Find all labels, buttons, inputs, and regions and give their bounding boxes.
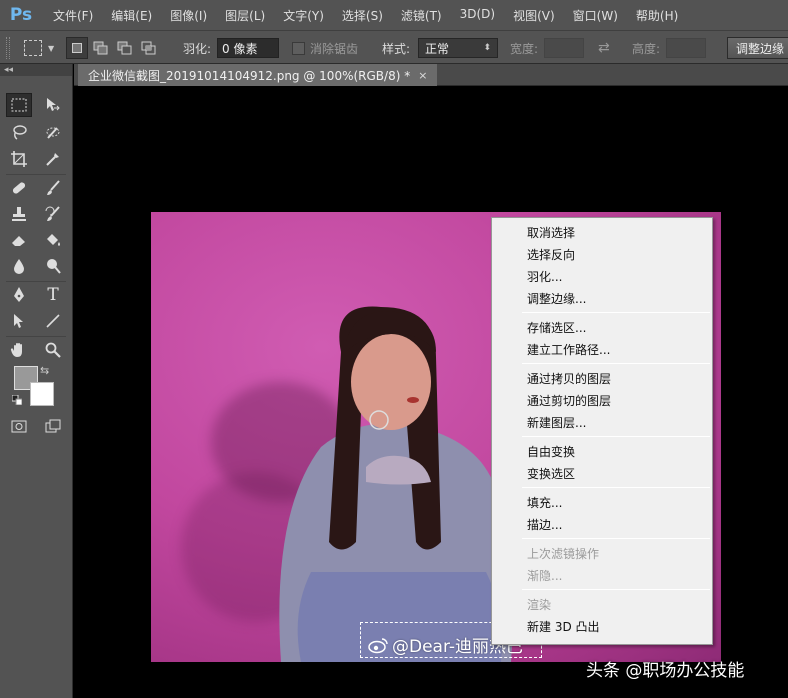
new-selection-button[interactable] (66, 37, 88, 59)
intersect-selection-button[interactable] (138, 37, 160, 59)
context-menu-item: 渲染 (527, 597, 552, 612)
toolbox: ◂◂ T ⇆ (0, 64, 73, 698)
menu-items: 文件(F) 编辑(E) 图像(I) 图层(L) 文字(Y) 选择(S) 滤镜(T) 3D(D)… (44, 7, 687, 24)
menu-item[interactable]: 编辑(E) (102, 7, 161, 24)
context-menu-separator (522, 436, 710, 437)
context-menu-item[interactable]: 存储选区... (492, 316, 712, 338)
path-selection-tool-icon[interactable] (6, 309, 32, 333)
menu-item[interactable]: 文字(Y) (274, 7, 333, 24)
chevron-down-icon[interactable]: ▼ (48, 44, 54, 53)
context-menu-separator (522, 487, 710, 488)
photoshop-logo: Ps (9, 5, 33, 25)
context-menu-separator (522, 312, 710, 313)
tool-preset-picker-icon[interactable] (24, 40, 42, 56)
style-select-value: 正常 (425, 41, 450, 56)
subtract-from-selection-button[interactable] (114, 37, 136, 59)
crop-tool-icon[interactable] (6, 147, 32, 171)
pen-tool-icon[interactable] (6, 283, 32, 307)
options-bar: ▼ 羽化: 0 像素 消除锯齿 样式: 正常 ⬍ 宽度: ⇄ 高度: 调整边缘 (0, 30, 788, 64)
height-input[interactable] (666, 38, 707, 58)
menu-bar: Ps 文件(F) 编辑(E) 图像(I) 图层(L) 文字(Y) 选择(S) 滤镜(T) 3D… (0, 0, 788, 30)
context-menu-item: 上次滤镜操作 (527, 546, 600, 561)
select-arrows-icon: ⬍ (483, 43, 492, 53)
quick-selection-tool-icon[interactable] (40, 120, 66, 144)
antialias-checkbox[interactable] (292, 41, 305, 55)
close-icon[interactable]: × (418, 69, 427, 82)
clone-stamp-tool-icon[interactable] (6, 202, 32, 226)
eraser-tool-icon[interactable] (6, 228, 32, 252)
width-label: 宽度: (510, 41, 539, 56)
add-to-selection-button[interactable] (90, 37, 112, 59)
menu-item[interactable]: 窗口(W) (564, 7, 627, 24)
menu-item[interactable]: 文件(F) (44, 7, 102, 24)
weibo-icon (368, 637, 388, 653)
context-menu: 取消选择 选择反向 羽化... 调整边缘... 存储选区... 建立工作路径... 通过拷贝… (491, 217, 713, 645)
menu-item[interactable]: 视图(V) (504, 7, 564, 24)
context-menu-item[interactable]: 自由变换 (492, 440, 712, 462)
eyedropper-tool-icon[interactable] (40, 147, 66, 171)
default-colors-icon[interactable] (11, 394, 23, 406)
context-menu-item[interactable]: 通过拷贝的图层 (492, 367, 712, 389)
context-menu-item: 渐隐... (527, 568, 563, 583)
context-menu-separator (522, 538, 710, 539)
context-menu-separator (522, 589, 710, 590)
zoom-tool-icon[interactable] (40, 338, 66, 362)
healing-brush-tool-icon[interactable] (6, 176, 32, 200)
swap-dimensions-icon[interactable]: ⇄ (598, 40, 610, 56)
type-tool-icon[interactable]: T (40, 283, 66, 307)
quick-mask-icon[interactable] (6, 414, 32, 438)
site-watermark: 头条 @职场办公技能 (586, 661, 745, 681)
options-bar-grip[interactable] (6, 37, 10, 59)
context-menu-item[interactable]: 取消选择 (492, 221, 712, 243)
hand-tool-icon[interactable] (6, 338, 32, 362)
style-label: 样式: (382, 41, 411, 56)
dodge-tool-icon[interactable] (40, 254, 66, 278)
antialias-label: 消除锯齿 (310, 41, 359, 56)
menu-item[interactable]: 图像(I) (161, 7, 216, 24)
width-input[interactable] (544, 38, 585, 58)
menu-item[interactable]: 选择(S) (333, 7, 392, 24)
document-tab-bar: 企业微信截图_20191014104912.png @ 100%(RGB/8) … (74, 64, 788, 86)
paint-bucket-tool-icon[interactable] (40, 228, 66, 252)
context-menu-item[interactable]: 通过剪切的图层 (492, 389, 712, 411)
document-tab[interactable]: 企业微信截图_20191014104912.png @ 100%(RGB/8) … (78, 64, 438, 86)
menu-item[interactable]: 3D(D) (451, 7, 504, 24)
feather-label: 羽化: (183, 41, 212, 56)
context-menu-item[interactable]: 调整边缘... (492, 287, 712, 309)
context-menu-separator (522, 363, 710, 364)
toolbox-collapse-icon[interactable]: ◂◂ (0, 64, 72, 76)
style-select[interactable]: 正常 ⬍ (418, 38, 499, 58)
menu-item[interactable]: 滤镜(T) (392, 7, 451, 24)
line-tool-icon[interactable] (40, 309, 66, 333)
context-menu-item[interactable]: 填充... (492, 491, 712, 513)
blur-tool-icon[interactable] (6, 254, 32, 278)
screen-mode-icon[interactable] (40, 414, 66, 438)
move-tool-icon[interactable] (40, 93, 66, 117)
context-menu-item[interactable]: 描边... (492, 513, 712, 535)
height-label: 高度: (632, 41, 661, 56)
context-menu-item[interactable]: 新建图层... (492, 411, 712, 433)
refine-edge-button[interactable]: 调整边缘 (727, 37, 788, 59)
menu-item[interactable]: 帮助(H) (627, 7, 687, 24)
context-menu-item[interactable]: 新建 3D 凸出 (492, 615, 712, 637)
swap-colors-icon[interactable]: ⇆ (40, 364, 49, 377)
context-menu-item[interactable]: 变换选区 (492, 462, 712, 484)
history-brush-tool-icon[interactable] (40, 202, 66, 226)
context-menu-item[interactable]: 选择反向 (492, 243, 712, 265)
menu-item[interactable]: 图层(L) (216, 7, 274, 24)
rectangular-marquee-tool-icon[interactable] (6, 93, 32, 117)
background-color-swatch[interactable] (30, 382, 54, 406)
brush-tool-icon[interactable] (40, 176, 66, 200)
lasso-tool-icon[interactable] (6, 120, 32, 144)
feather-input[interactable]: 0 像素 (217, 38, 280, 58)
context-menu-item[interactable]: 羽化... (492, 265, 712, 287)
document-tab-title: 企业微信截图_20191014104912.png @ 100%(RGB/8) … (88, 68, 411, 83)
context-menu-item[interactable]: 建立工作路径... (492, 338, 712, 360)
